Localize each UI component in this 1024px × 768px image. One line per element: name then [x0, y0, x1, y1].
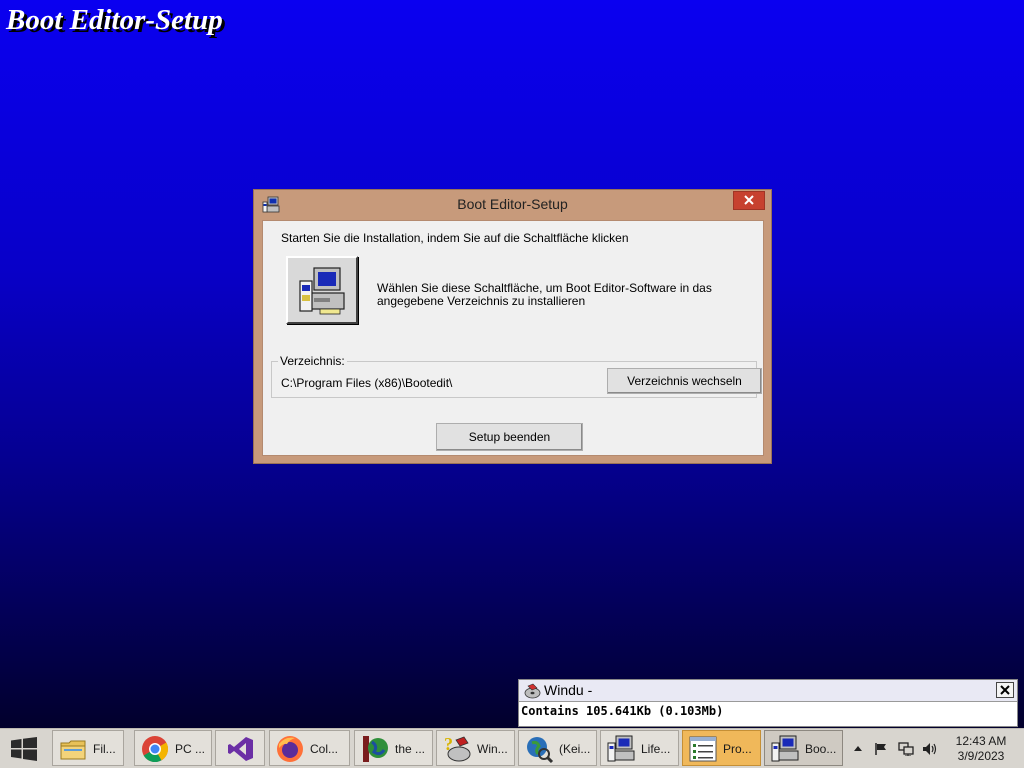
setup-computer-icon — [607, 735, 635, 762]
list-window-icon — [689, 736, 717, 762]
folder-icon — [60, 740, 86, 760]
clock-date: 3/9/2023 — [957, 749, 1005, 763]
directory-label: Verzeichnis: — [278, 354, 347, 368]
network-icon[interactable] — [898, 742, 914, 756]
taskbar-item-search-globe[interactable]: (Kei... — [518, 730, 597, 766]
chrome-icon — [142, 736, 169, 763]
taskbar-item-firefox[interactable]: Col... — [269, 730, 350, 766]
start-button[interactable] — [0, 729, 46, 768]
taskbar-item-globe-app[interactable]: the ... — [354, 730, 433, 766]
taskbar-item-visual-studio[interactable] — [215, 730, 265, 766]
dialog-titlebar[interactable]: Boot Editor-Setup — [254, 190, 771, 218]
windu-title: Windu - — [544, 682, 593, 698]
change-directory-button[interactable]: Verzeichnis wechseln — [607, 368, 762, 394]
show-hidden-icons-chevron-icon[interactable] — [853, 744, 863, 752]
taskbar-item-label: Col... — [310, 742, 339, 756]
taskbar-item-label: Boo... — [805, 742, 837, 756]
firefox-icon — [277, 736, 303, 762]
globe-icon — [363, 736, 388, 762]
disk-icon — [524, 683, 541, 699]
windu-close-button[interactable] — [996, 682, 1014, 698]
setup-computer-icon — [771, 735, 799, 762]
taskbar-item-label: Life... — [641, 742, 671, 756]
taskbar-item-label: Fil... — [93, 742, 116, 756]
taskbar-item-label: (Kei... — [559, 742, 591, 756]
taskbar-item-life-setup[interactable]: Life... — [600, 730, 679, 766]
taskbar-item-chrome[interactable]: PC ... — [134, 730, 212, 766]
install-description: Wählen Sie diese Schaltfläche, um Boot E… — [377, 281, 712, 308]
taskbar-clock[interactable]: 12:43 AM 3/9/2023 — [938, 734, 1024, 764]
windows-logo-icon — [11, 737, 37, 761]
exit-setup-button[interactable]: Setup beenden — [436, 423, 583, 451]
taskbar-item-label: Pro... — [723, 742, 752, 756]
directory-group: Verzeichnis: C:\Program Files (x86)\Boot… — [271, 354, 762, 398]
dialog-client-area: Starten Sie die Installation, indem Sie … — [262, 220, 764, 456]
visual-studio-icon — [228, 737, 253, 761]
dialog-close-button[interactable] — [733, 191, 765, 210]
taskbar-item-boot-editor[interactable]: Boo... — [764, 730, 843, 766]
windu-size-info: Contains 105.641Kb (0.103Mb) — [521, 704, 724, 718]
directory-path: C:\Program Files (x86)\Bootedit\ — [281, 376, 453, 390]
install-button[interactable] — [286, 256, 358, 324]
taskbar-item-label: Win... — [477, 742, 508, 756]
windu-titlebar[interactable]: Windu - — [519, 680, 1017, 702]
setup-dialog: Boot Editor-Setup Starten Sie die Instal… — [253, 189, 772, 464]
taskbar-item-file-explorer[interactable]: Fil... — [52, 730, 124, 766]
taskbar-item-windows-help[interactable]: ? Win... — [436, 730, 515, 766]
close-icon — [1000, 685, 1010, 695]
taskbar: Fil... PC ... Col... the ... ? Win... (K… — [0, 728, 1024, 768]
setup-computer-icon — [299, 267, 345, 315]
taskbar-item-label: PC ... — [175, 742, 206, 756]
flag-icon[interactable] — [874, 742, 888, 756]
setup-banner-title: Boot Editor-Setup — [6, 4, 223, 36]
search-globe-icon — [527, 737, 554, 764]
dialog-title: Boot Editor-Setup — [457, 196, 568, 212]
help-disk-icon: ? — [444, 734, 471, 762]
clock-time: 12:43 AM — [955, 734, 1007, 748]
taskbar-item-program-list[interactable]: Pro... — [682, 730, 761, 766]
close-icon — [744, 195, 754, 205]
install-instruction: Starten Sie die Installation, indem Sie … — [281, 231, 629, 245]
taskbar-item-label: the ... — [395, 742, 426, 756]
speaker-icon[interactable] — [922, 742, 938, 756]
windu-popup: Windu - Contains 105.641Kb (0.103Mb) — [518, 679, 1018, 727]
